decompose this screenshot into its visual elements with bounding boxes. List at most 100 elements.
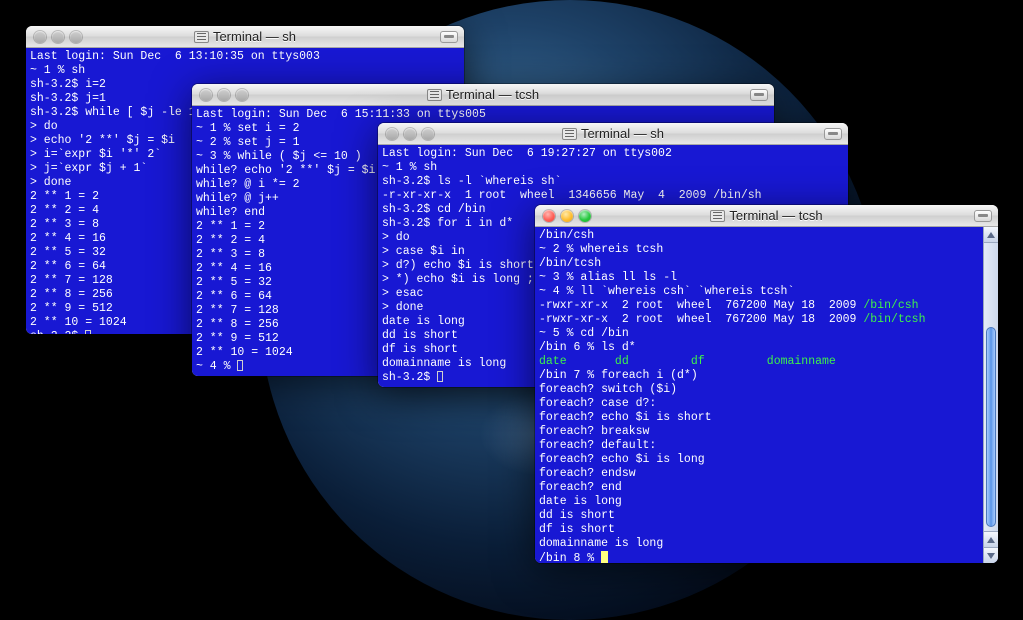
terminal-text: ~ 4 % ll `whereis csh` `whereis tcsh` — [539, 285, 794, 298]
close-button[interactable] — [386, 128, 398, 140]
terminal-text: sh-3.2$ for i in d* — [382, 217, 513, 230]
terminal-text: sh-3.2$ i=2 — [30, 78, 106, 91]
terminal-text: > i=`expr $i '*' 2` — [30, 148, 161, 161]
minimize-button[interactable] — [561, 210, 573, 222]
terminal-text: 2 ** 10 = 1024 — [196, 346, 293, 359]
terminal-text: while? end — [196, 206, 265, 219]
terminal-text: /bin/csh — [539, 229, 594, 242]
minimize-button[interactable] — [52, 31, 64, 43]
scroll-up-arrow[interactable] — [984, 227, 998, 243]
traffic-light-buttons — [378, 128, 434, 140]
terminal-text: 2 ** 1 = 2 — [30, 190, 99, 203]
traffic-light-buttons — [26, 31, 82, 43]
terminal-text: Last login: Sun Dec 6 13:10:35 on ttys00… — [30, 50, 320, 63]
terminal-text: ~ 2 % set j = 1 — [196, 136, 300, 149]
terminal-text: > *) echo $i is long ;; — [382, 273, 541, 286]
terminal-text: ~ 4 % — [196, 360, 237, 373]
terminal-text: foreach? echo $i is short — [539, 411, 712, 424]
close-button[interactable] — [200, 89, 212, 101]
terminal-text-segment: /bin 6 % ls d* — [539, 341, 636, 354]
close-button[interactable] — [34, 31, 46, 43]
terminal-text: Last login: Sun Dec 6 15:11:33 on ttys00… — [196, 108, 486, 121]
window-title: Terminal — sh — [26, 26, 464, 48]
terminal-cursor — [85, 330, 91, 334]
zoom-button[interactable] — [70, 31, 82, 43]
terminal-text: /bin 8 % — [539, 552, 601, 563]
terminal-text-segment: /bin/csh — [863, 299, 918, 312]
traffic-light-buttons — [535, 210, 591, 222]
terminal-line: ~ 5 % cd /bin — [539, 327, 979, 341]
scroll-up-arrow-bottom[interactable] — [984, 531, 998, 547]
terminal-text: foreach? endsw — [539, 467, 636, 480]
terminal-text-segment: df — [691, 355, 705, 368]
terminal-text: foreach? end — [539, 481, 622, 494]
terminal-line: date dd df domainname — [539, 355, 979, 369]
terminal-text: 2 ** 2 = 4 — [30, 204, 99, 217]
terminal-line: /bin/csh — [539, 229, 979, 243]
terminal-text: > d?) echo $i is short ;; — [382, 259, 555, 272]
terminal-text: 2 ** 3 = 8 — [196, 248, 265, 261]
terminal-text: sh-3.2$ cd /bin — [382, 203, 486, 216]
terminal-line: sh-3.2$ ls -l `whereis sh` — [382, 175, 844, 189]
terminal-text-segment: domainname — [767, 355, 836, 368]
terminal-window-4[interactable]: Terminal — tcsh/bin/csh~ 2 % whereis tcs… — [535, 205, 998, 563]
terminal-line: ~ 4 % ll `whereis csh` `whereis tcsh` — [539, 285, 979, 299]
terminal-text-segment — [705, 355, 767, 368]
window-titlebar[interactable]: Terminal — tcsh — [192, 84, 774, 106]
terminal-line: foreach? echo $i is short — [539, 411, 979, 425]
toolbar-toggle-button[interactable] — [440, 31, 458, 43]
terminal-cursor — [437, 371, 443, 382]
terminal-text: > esac — [382, 287, 423, 300]
terminal-text: 2 ** 5 = 32 — [30, 246, 106, 259]
terminal-line: foreach? default: — [539, 439, 979, 453]
toolbar-toggle-button[interactable] — [824, 128, 842, 140]
window-titlebar[interactable]: Terminal — sh — [378, 123, 848, 145]
terminal-text: 2 ** 10 = 1024 — [30, 316, 127, 329]
terminal-text: while? @ j++ — [196, 192, 279, 205]
toolbar-toggle-button[interactable] — [750, 89, 768, 101]
proxy-icon — [194, 31, 209, 43]
scrollbar[interactable] — [983, 227, 998, 563]
window-titlebar[interactable]: Terminal — tcsh — [535, 205, 998, 227]
window-title-text: Terminal — tcsh — [729, 208, 822, 223]
terminal-text-segment — [629, 355, 691, 368]
terminal-text: domainname is long — [539, 537, 663, 550]
zoom-button[interactable] — [422, 128, 434, 140]
terminal-text: ~ 1 % sh — [382, 161, 437, 174]
zoom-button[interactable] — [236, 89, 248, 101]
terminal-text: foreach? case d?: — [539, 397, 656, 410]
terminal-text-segment: /bin/tcsh — [863, 313, 925, 326]
proxy-icon — [427, 89, 442, 101]
terminal-line: -rwxr-xr-x 2 root wheel 767200 May 18 20… — [539, 299, 979, 313]
terminal-text: foreach? echo $i is long — [539, 453, 705, 466]
terminal-line: df is short — [539, 523, 979, 537]
zoom-button[interactable] — [579, 210, 591, 222]
terminal-text-segment — [567, 355, 615, 368]
toolbar-toggle-button[interactable] — [974, 210, 992, 222]
terminal-text: foreach? switch ($i) — [539, 383, 677, 396]
close-button[interactable] — [543, 210, 555, 222]
terminal-line: foreach? case d?: — [539, 397, 979, 411]
terminal-line: -rwxr-xr-x 2 root wheel 767200 May 18 20… — [539, 313, 979, 327]
terminal-line: foreach? echo $i is long — [539, 453, 979, 467]
terminal-text: > do — [382, 231, 410, 244]
terminal-line: Last login: Sun Dec 6 15:11:33 on ttys00… — [196, 108, 770, 122]
scroll-down-arrow[interactable] — [984, 547, 998, 563]
terminal-text: 2 ** 7 = 128 — [196, 304, 279, 317]
terminal-text: ~ 1 % sh — [30, 64, 85, 77]
scrollbar-thumb[interactable] — [986, 327, 996, 527]
terminal-text: 2 ** 8 = 256 — [196, 318, 279, 331]
terminal-text: ~ 3 % alias ll ls -l — [539, 271, 677, 284]
terminal-text: dd is short — [539, 509, 615, 522]
minimize-button[interactable] — [218, 89, 230, 101]
terminal-text: foreach? breaksw — [539, 425, 649, 438]
terminal-text: /bin/tcsh — [539, 257, 601, 270]
terminal-content[interactable]: /bin/csh~ 2 % whereis tcsh/bin/tcsh~ 3 %… — [535, 227, 983, 563]
window-title-text: Terminal — tcsh — [446, 87, 539, 102]
terminal-line: foreach? end — [539, 481, 979, 495]
terminal-text: sh-3.2$ — [30, 330, 85, 334]
window-titlebar[interactable]: Terminal — sh — [26, 26, 464, 48]
minimize-button[interactable] — [404, 128, 416, 140]
terminal-text: sh-3.2$ while [ $j -le 10 ] — [30, 106, 216, 119]
terminal-text: 2 ** 1 = 2 — [196, 220, 265, 233]
